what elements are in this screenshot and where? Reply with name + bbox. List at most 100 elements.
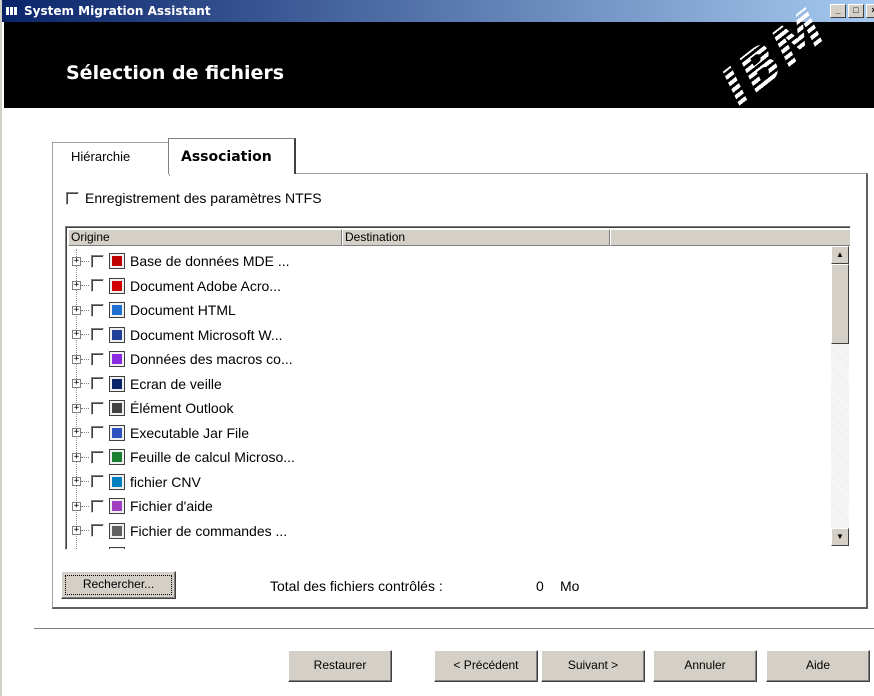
- jar-file-icon: [109, 424, 125, 441]
- access-macro-icon: [109, 351, 125, 368]
- scroll-down-icon[interactable]: ▼: [831, 528, 849, 546]
- row-checkbox[interactable]: [91, 279, 104, 293]
- window-title: System Migration Assistant: [24, 4, 211, 18]
- list-item-label: Élément Outlook: [130, 400, 234, 417]
- vertical-scrollbar[interactable]: ▲ ▼: [831, 246, 849, 546]
- close-button[interactable]: ×: [866, 4, 874, 18]
- search-button[interactable]: Rechercher...: [61, 571, 176, 599]
- tree-connector: [81, 260, 89, 262]
- row-checkbox[interactable]: [91, 426, 104, 440]
- tab-association[interactable]: Association: [168, 138, 296, 174]
- minimize-button[interactable]: _: [830, 4, 846, 18]
- cancel-button[interactable]: Annuler: [653, 650, 757, 682]
- column-destination[interactable]: Destination: [342, 229, 610, 246]
- next-button[interactable]: Suivant >: [541, 650, 645, 682]
- outlook-item-icon: [109, 400, 125, 417]
- expand-icon[interactable]: +: [72, 379, 81, 389]
- expand-icon[interactable]: +: [72, 256, 81, 266]
- access-db-icon: [109, 253, 125, 270]
- row-checkbox[interactable]: [91, 328, 104, 342]
- footer-separator: [34, 628, 874, 630]
- row-checkbox[interactable]: [91, 499, 104, 513]
- column-origine[interactable]: Origine: [68, 229, 342, 246]
- total-files-unit: Mo: [560, 578, 580, 594]
- previous-button[interactable]: < Précédent: [434, 650, 538, 682]
- expand-icon[interactable]: +: [72, 281, 81, 291]
- list-item-label: Document Microsoft W...: [130, 326, 283, 343]
- ntfs-option[interactable]: Enregistrement des paramètres NTFS: [66, 190, 322, 206]
- row-checkbox[interactable]: [91, 450, 104, 464]
- total-files-label: Total des fichiers contrôlés :: [270, 578, 443, 594]
- window-controls: _ □ ×: [830, 4, 874, 18]
- tree-connector: [81, 358, 89, 360]
- list-rows: + Base de données MDE ... + Document Adobe …: [72, 249, 830, 549]
- list-item-label: Fichier de commandes ...: [130, 522, 288, 539]
- list-item[interactable]: + Document Microsoft W...: [72, 323, 830, 348]
- tree-connector: [81, 456, 89, 458]
- list-header: Origine Destination: [68, 229, 850, 246]
- list-item[interactable]: + fichier CNV: [72, 470, 830, 495]
- expand-icon[interactable]: +: [72, 305, 81, 315]
- word-doc-icon: [109, 326, 125, 343]
- list-item[interactable]: + Fichier d'aide: [72, 494, 830, 519]
- list-item[interactable]: + Ecran de veille: [72, 372, 830, 397]
- list-item-label: Feuille de calcul Microso...: [130, 449, 295, 466]
- ie-html-icon: [109, 302, 125, 319]
- row-checkbox[interactable]: [91, 524, 104, 538]
- expand-icon[interactable]: +: [72, 428, 81, 438]
- restore-button[interactable]: Restaurer: [288, 650, 392, 682]
- expand-icon[interactable]: +: [72, 477, 81, 487]
- tree-connector: [81, 432, 89, 434]
- list-item[interactable]: + Données des macros co...: [72, 347, 830, 372]
- expand-icon[interactable]: +: [72, 403, 81, 413]
- expand-icon[interactable]: +: [72, 354, 81, 364]
- list-item-label: Ecran de veille: [130, 375, 222, 392]
- ibm-logo: IBM: [702, 0, 862, 122]
- row-checkbox[interactable]: [91, 254, 104, 268]
- tree-connector: [81, 407, 89, 409]
- maximize-button[interactable]: □: [848, 4, 864, 18]
- scroll-up-icon[interactable]: ▲: [831, 246, 849, 264]
- excel-sheet-icon: [109, 449, 125, 466]
- tree-connector: [81, 285, 89, 287]
- tree-connector: [81, 383, 89, 385]
- tree-connector: [81, 309, 89, 311]
- drawing-file-icon: [109, 547, 125, 549]
- expand-icon[interactable]: +: [72, 501, 81, 511]
- row-checkbox[interactable]: [91, 475, 104, 489]
- page-title: Sélection de fichiers: [66, 62, 285, 84]
- batch-file-icon: [109, 522, 125, 539]
- list-item[interactable]: + Base de données MDE ...: [72, 249, 830, 274]
- scroll-thumb[interactable]: [831, 264, 849, 344]
- list-item[interactable]: +Fichier de dessin: [72, 543, 830, 549]
- expand-icon[interactable]: +: [72, 452, 81, 462]
- list-item[interactable]: + Executable Jar File: [72, 421, 830, 446]
- column-empty[interactable]: [610, 229, 850, 246]
- ntfs-checkbox[interactable]: [66, 191, 79, 205]
- list-item-label: Fichier de dessin: [130, 547, 236, 549]
- title-bar[interactable]: System Migration Assistant _ □ ×: [2, 0, 874, 22]
- tree-connector: [81, 505, 89, 507]
- expand-icon[interactable]: +: [72, 330, 81, 340]
- tree-connector: [81, 530, 89, 532]
- list-item-label: Document HTML: [130, 302, 236, 319]
- help-book-icon: [109, 498, 125, 515]
- row-checkbox[interactable]: [91, 352, 104, 366]
- list-item[interactable]: + Document HTML: [72, 298, 830, 323]
- tree-connector: [81, 481, 89, 483]
- app-icon: [6, 5, 20, 17]
- expand-icon[interactable]: +: [72, 526, 81, 536]
- help-button[interactable]: Aide: [766, 650, 870, 682]
- list-item-label: Document Adobe Acro...: [130, 277, 281, 294]
- row-checkbox[interactable]: [91, 303, 104, 317]
- row-checkbox[interactable]: [91, 377, 104, 391]
- list-item-label: Fichier d'aide: [130, 498, 213, 515]
- list-item[interactable]: + Feuille de calcul Microso...: [72, 445, 830, 470]
- row-checkbox[interactable]: [91, 401, 104, 415]
- list-item[interactable]: + Document Adobe Acro...: [72, 274, 830, 299]
- file-association-list[interactable]: Origine Destination + Base de données MDE…: [65, 226, 851, 550]
- list-item[interactable]: + Élément Outlook: [72, 396, 830, 421]
- list-item[interactable]: + Fichier de commandes ...: [72, 519, 830, 544]
- tab-hierarchie[interactable]: Hiérarchie: [52, 142, 170, 176]
- screensaver-icon: [109, 375, 125, 392]
